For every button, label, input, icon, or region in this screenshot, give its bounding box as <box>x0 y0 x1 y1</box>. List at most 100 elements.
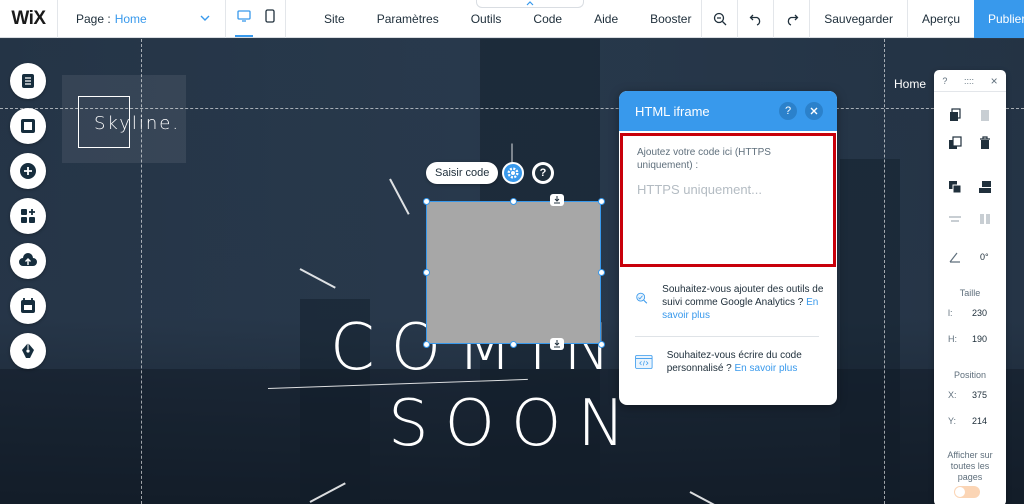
code-window-icon <box>635 355 653 369</box>
redo-icon <box>787 14 799 26</box>
zoom-out-icon <box>713 12 727 26</box>
chevron-down-icon <box>200 15 210 21</box>
panel-close-button[interactable] <box>805 102 823 120</box>
pages-button[interactable] <box>10 63 46 99</box>
wix-logo[interactable]: WiX <box>0 0 58 38</box>
resize-handle[interactable] <box>598 269 605 276</box>
code-input-field[interactable]: Ajoutez votre code ici (HTTPS uniquement… <box>620 133 836 267</box>
width-key: l: <box>948 308 953 318</box>
menu-parametres[interactable]: Paramètres <box>361 0 455 38</box>
show-all-pages-label: Afficher sur toutes les pages <box>947 450 993 482</box>
download-icon <box>554 196 560 204</box>
analytics-icon <box>636 292 648 304</box>
site-nav-home[interactable]: Home <box>894 77 926 91</box>
x-value[interactable]: 375 <box>972 390 987 400</box>
html-iframe-element[interactable] <box>426 201 601 344</box>
position-label: Position <box>953 370 987 380</box>
add-button[interactable] <box>10 153 46 189</box>
code-panel-toggle[interactable] <box>476 0 584 8</box>
decorative-ray <box>299 268 336 289</box>
tip-analytics-text: Souhaitez-vous ajouter des outils de sui… <box>662 284 824 308</box>
copy-icon[interactable] <box>948 108 962 122</box>
duplicate-icon[interactable] <box>948 136 962 150</box>
x-key: X: <box>948 390 957 400</box>
height-value[interactable]: 190 <box>972 334 987 344</box>
resize-handle[interactable] <box>423 341 430 348</box>
apps-icon <box>21 209 35 223</box>
tools-panel-header: ? :::: × <box>934 70 1006 92</box>
desktop-icon[interactable] <box>234 9 253 37</box>
cloud-upload-icon <box>19 253 37 266</box>
code-input-placeholder: HTTPS uniquement... <box>637 182 762 197</box>
save-button[interactable]: Sauvegarder <box>809 0 907 38</box>
element-help-button[interactable]: ? <box>532 162 554 184</box>
page-selector[interactable]: Page : Home <box>58 0 226 38</box>
delete-icon[interactable] <box>978 136 992 150</box>
panel-header: HTML iframe ? <box>619 91 837 131</box>
resize-handle[interactable] <box>598 341 605 348</box>
editor-canvas[interactable]: Skyline. Home COMIN SOON Saisir code ? H… <box>0 39 1024 504</box>
headline-soon[interactable]: SOON <box>388 387 641 461</box>
distribute-icon <box>949 216 961 222</box>
publish-button[interactable]: Publier <box>974 0 1024 38</box>
close-icon <box>810 107 818 115</box>
undo-button[interactable] <box>737 0 773 38</box>
panel-help-button[interactable]: ? <box>779 102 797 120</box>
bookings-button[interactable] <box>10 288 46 324</box>
tools-close-button[interactable]: × <box>991 74 998 88</box>
site-logo-text[interactable]: Skyline. <box>94 113 180 134</box>
background-icon <box>21 119 35 133</box>
undo-icon <box>749 14 760 26</box>
drag-handle-icon[interactable]: :::: <box>964 76 974 86</box>
question-icon: ? <box>784 105 792 117</box>
preview-button[interactable]: Aperçu <box>906 0 974 38</box>
background-button[interactable] <box>10 108 46 144</box>
show-all-pages-toggle[interactable] <box>954 486 980 498</box>
add-panel-toolbar <box>10 63 46 369</box>
edit-code-button[interactable]: Saisir code <box>426 162 499 184</box>
blog-button[interactable] <box>10 333 46 369</box>
menu-site[interactable]: Site <box>308 0 361 38</box>
rotate-angle-icon <box>949 252 960 263</box>
menu-booster[interactable]: Booster <box>634 0 707 38</box>
plus-icon <box>20 163 36 179</box>
redo-button[interactable] <box>773 0 809 38</box>
panel-divider <box>635 336 819 337</box>
decorative-ray <box>389 178 410 215</box>
code-input-label: Ajoutez votre code ici (HTTPS uniquement… <box>637 147 771 171</box>
resize-handle[interactable] <box>510 198 517 205</box>
anchor-top[interactable] <box>550 194 564 206</box>
resize-handle[interactable] <box>598 198 605 205</box>
menu-aide[interactable]: Aide <box>578 0 634 38</box>
resize-handle[interactable] <box>510 341 517 348</box>
anchor-bottom[interactable] <box>550 338 564 350</box>
rotate-handle-line <box>511 143 513 164</box>
resize-handle[interactable] <box>423 269 430 276</box>
panel-title: HTML iframe <box>635 103 710 119</box>
download-icon <box>554 340 560 348</box>
paste-icon <box>981 110 989 121</box>
resize-handle[interactable] <box>423 198 430 205</box>
tools-help-button[interactable]: ? <box>942 76 947 86</box>
width-value[interactable]: 230 <box>972 308 987 318</box>
size-label: Taille <box>959 288 981 298</box>
arrange-icon[interactable] <box>948 180 962 194</box>
zoom-button[interactable] <box>701 0 737 38</box>
tip-custom-code: Souhaitez-vous écrire du code personnali… <box>635 349 825 375</box>
tip-analytics: Souhaitez-vous ajouter des outils de sui… <box>635 283 825 322</box>
layout-tools-panel: ? :::: × 0° Taille l: 230 H: 190 Positio… <box>934 70 1006 504</box>
html-iframe-panel: HTML iframe ? Ajoutez votre code ici (HT… <box>619 91 837 405</box>
mobile-icon[interactable] <box>264 9 275 28</box>
align-icon[interactable] <box>978 180 992 194</box>
rotation-value[interactable]: 0° <box>980 252 989 262</box>
settings-button[interactable] <box>502 162 524 184</box>
question-icon: ? <box>535 165 551 181</box>
pages-icon <box>22 74 34 88</box>
page-selector-value: Home <box>114 11 147 26</box>
y-key: Y: <box>948 416 957 426</box>
upload-button[interactable] <box>10 243 46 279</box>
tip-custom-code-link[interactable]: En savoir plus <box>735 363 798 374</box>
apps-button[interactable] <box>10 198 46 234</box>
topbar-actions: Sauvegarder Aperçu Publier <box>701 0 1024 38</box>
y-value[interactable]: 214 <box>972 416 987 426</box>
